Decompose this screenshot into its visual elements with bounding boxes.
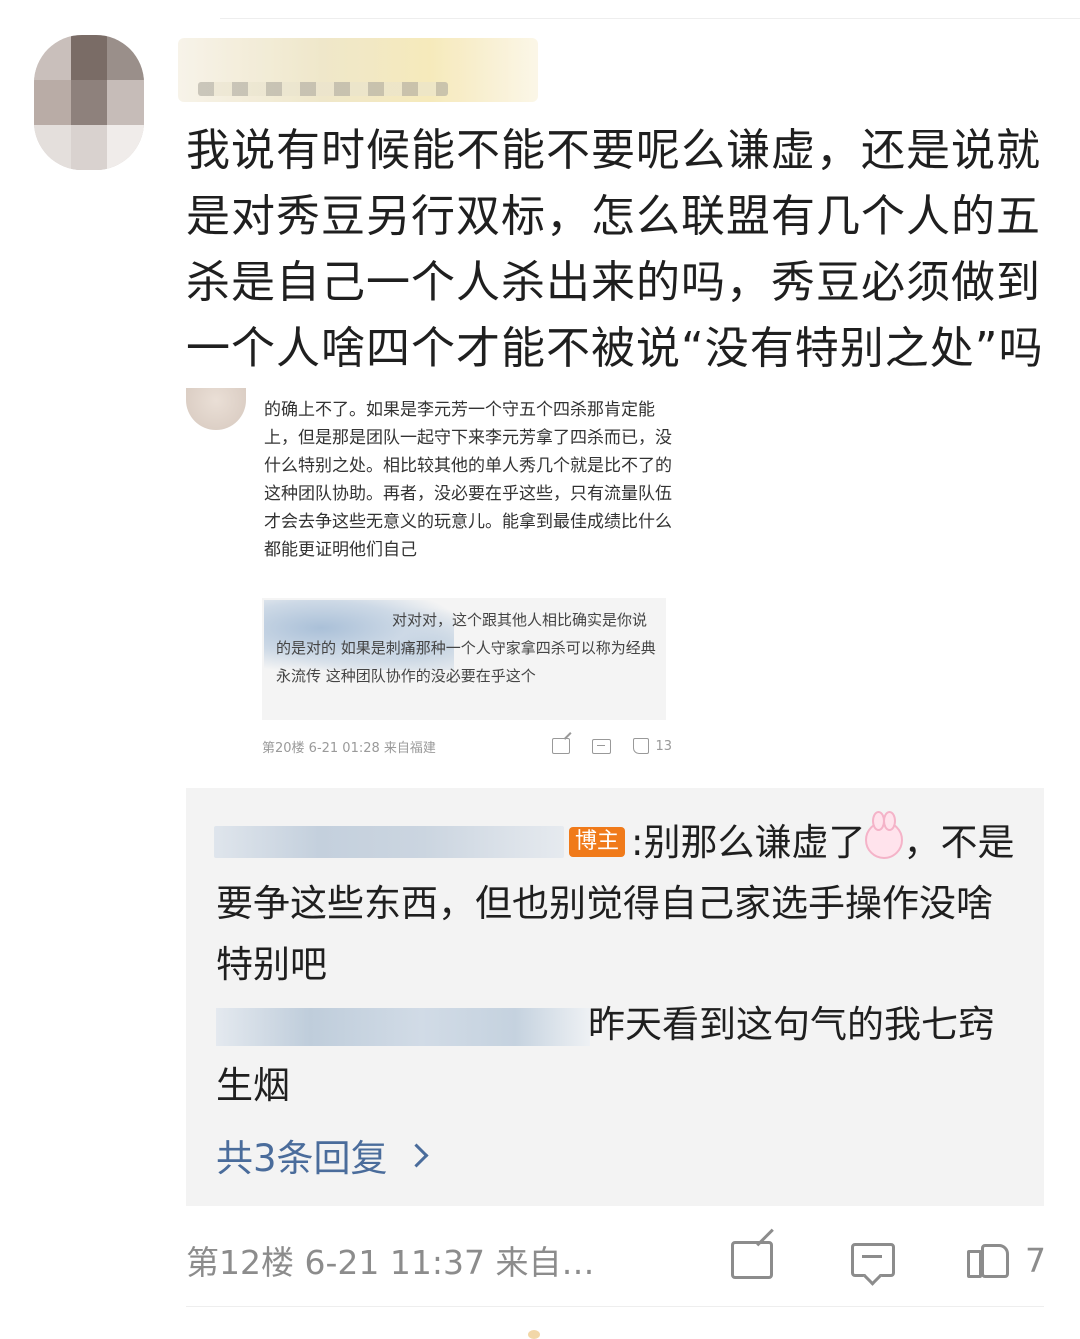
comment-icon bbox=[592, 738, 612, 754]
reply-text: :别那么谦虚了 bbox=[631, 821, 866, 864]
more-replies-label: 共3条回复 bbox=[216, 1137, 388, 1180]
embedded-screenshot: 的确上不了。如果是李元芳一个守五个四杀那肯定能上，但是那是团队一起守下来李元芳拿… bbox=[186, 388, 686, 768]
comment-meta: 第12楼 6-21 11:37 来自… bbox=[186, 1243, 595, 1282]
like-icon[interactable] bbox=[967, 1242, 1009, 1278]
username-blurred[interactable] bbox=[178, 38, 538, 102]
bunny-emoji-icon bbox=[865, 811, 904, 859]
comment-footer: 第12楼 6-21 11:37 来自… 7 bbox=[186, 1232, 1046, 1288]
more-replies-link[interactable]: 共3条回复 bbox=[216, 1128, 429, 1182]
comment-icon[interactable] bbox=[851, 1243, 895, 1277]
embedded-like-count: 13 bbox=[655, 738, 672, 754]
chevron-right-icon bbox=[404, 1142, 429, 1168]
embedded-reply-box: 对对对，这个跟其他人相比确实是你说的是对的 如果是刺痛那种一个人守家拿四杀可以称… bbox=[262, 598, 666, 720]
avatar[interactable] bbox=[34, 35, 144, 170]
comment-text: 我说有时候能不能不要呢么谦虚，还是说就是对秀豆另行双标，怎么联盟有几个人的五杀是… bbox=[186, 125, 1044, 374]
embedded-meta: 第20楼 6-21 01:28 来自福建 bbox=[262, 740, 436, 756]
reply-item: 博主:别那么谦虚了 ，不是要争这些东西，但也别觉得自己家选手操作没啥特别吧 bbox=[216, 811, 1016, 995]
embedded-reply-text: 对对对，这个跟其他人相比确实是你说的是对的 如果是刺痛那种一个人守家拿四杀可以称… bbox=[276, 611, 656, 685]
embedded-comment-text: 的确上不了。如果是李元芳一个守五个四杀那肯定能上，但是那是团队一起守下来李元芳拿… bbox=[264, 400, 672, 560]
partial-emoji-icon bbox=[528, 1330, 540, 1339]
like-count: 7 bbox=[1025, 1240, 1046, 1280]
bottom-divider bbox=[186, 1306, 1044, 1307]
like-icon bbox=[633, 738, 650, 754]
author-badge: 博主 bbox=[569, 827, 626, 857]
embedded-footer: 第20楼 6-21 01:28 来自福建 13 bbox=[262, 734, 672, 758]
reply-item: 昨天看到这句气的我七窍生烟 bbox=[216, 994, 1016, 1116]
embedded-avatar bbox=[186, 388, 246, 430]
share-icon[interactable] bbox=[731, 1241, 773, 1279]
top-divider bbox=[220, 18, 1080, 19]
replies-box: 博主:别那么谦虚了 ，不是要争这些东西，但也别觉得自己家选手操作没啥特别吧 昨天看… bbox=[186, 788, 1044, 1206]
share-icon bbox=[552, 738, 571, 754]
